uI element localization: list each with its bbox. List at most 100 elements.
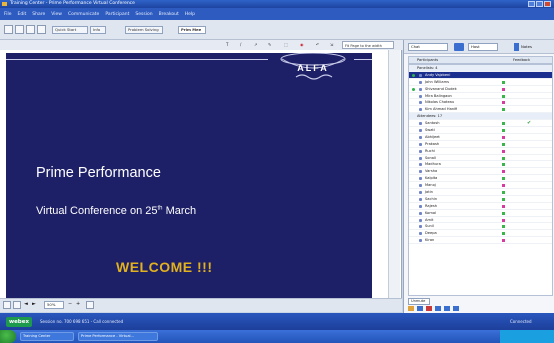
mute-icon[interactable] bbox=[426, 306, 432, 311]
start-button-icon[interactable] bbox=[0, 330, 16, 343]
open-doc-icon[interactable] bbox=[15, 25, 24, 34]
list-item[interactable]: Sonali bbox=[409, 155, 552, 162]
participant-name: Amit bbox=[425, 217, 434, 222]
menu-view[interactable]: View bbox=[51, 12, 62, 17]
list-item[interactable]: Jatin bbox=[409, 189, 552, 196]
window-controls bbox=[528, 1, 551, 7]
host-icon bbox=[412, 87, 415, 91]
list-item[interactable]: Sachin bbox=[409, 196, 552, 203]
resize-icon[interactable]: ⇲ bbox=[330, 41, 333, 49]
status-icon bbox=[502, 108, 505, 112]
os-taskbar: Training Center Prime Performance - Virt… bbox=[0, 330, 554, 343]
tab-prim-mee[interactable]: Prim Mee bbox=[178, 26, 206, 34]
alfa-logo-icon: ALFA bbox=[280, 53, 346, 80]
attendee-group[interactable]: Attendees: 17 bbox=[409, 113, 552, 121]
connection-status: Connected bbox=[510, 319, 532, 324]
new-doc-icon[interactable] bbox=[4, 25, 13, 34]
list-item[interactable]: Nikolas Chateau bbox=[409, 99, 552, 107]
participant-list: Panelists: 4 Andy Vajzbeni John Williams… bbox=[408, 64, 553, 296]
menu-session[interactable]: Session bbox=[135, 12, 152, 17]
menu-communicate[interactable]: Communicate bbox=[68, 12, 99, 17]
close-icon[interactable] bbox=[544, 1, 551, 7]
text-tool-icon[interactable]: T bbox=[226, 41, 228, 49]
taskbar-item-training[interactable]: Training Center bbox=[20, 332, 74, 341]
menu-file[interactable]: File bbox=[4, 12, 12, 17]
prev-page-icon[interactable]: ◄ bbox=[24, 301, 28, 307]
participants-column[interactable]: Participants bbox=[417, 57, 438, 63]
participant-name: Shivanand Dudek bbox=[425, 86, 457, 91]
arrow-tool-icon[interactable]: ↗ bbox=[254, 41, 257, 49]
list-item[interactable]: John Williams bbox=[409, 79, 552, 86]
list-item[interactable]: Komal bbox=[409, 210, 552, 217]
list-item[interactable]: Sunil bbox=[409, 223, 552, 231]
list-item[interactable]: Shivanand Dudek bbox=[409, 86, 552, 93]
zoom-out-icon[interactable]: − bbox=[68, 301, 72, 307]
subtitle-main: Virtual Conference on 25 bbox=[36, 205, 158, 217]
list-item[interactable]: Kiran bbox=[409, 237, 552, 245]
participant-icon bbox=[419, 239, 422, 243]
fullscreen-icon[interactable] bbox=[86, 301, 94, 309]
notes-icon[interactable] bbox=[514, 43, 519, 51]
notes-label[interactable]: Notes bbox=[521, 44, 532, 49]
participant-name: Manoj bbox=[425, 183, 436, 188]
participant-icon bbox=[419, 156, 422, 160]
feedback-column[interactable]: Feedback bbox=[513, 57, 530, 63]
audio-icon[interactable] bbox=[417, 306, 423, 311]
menu-share[interactable]: Share bbox=[32, 12, 45, 17]
list-item[interactable]: Ruchi bbox=[409, 148, 552, 155]
participant-name: Kiran bbox=[425, 238, 435, 243]
save-doc-icon[interactable] bbox=[26, 25, 35, 34]
taskbar-item-conference[interactable]: Prime Performance - Virtual... bbox=[78, 332, 158, 341]
tab-quick-start[interactable]: Quick Start bbox=[52, 26, 88, 34]
zoom-select[interactable]: 50% bbox=[44, 301, 64, 309]
list-item[interactable]: Santosh ✔ bbox=[409, 120, 552, 128]
list-item[interactable]: Manoj bbox=[409, 182, 552, 190]
participant-icon bbox=[419, 73, 422, 77]
viewer-scrollbar[interactable] bbox=[388, 50, 400, 298]
list-item[interactable]: Mira Balingaon bbox=[409, 93, 552, 100]
thumbnail-icon[interactable] bbox=[3, 301, 11, 309]
line-tool-icon[interactable]: / bbox=[240, 41, 241, 49]
menu-help[interactable]: Help bbox=[185, 12, 195, 17]
grid-view-icon[interactable] bbox=[13, 301, 21, 309]
pen-tool-icon[interactable]: ✎ bbox=[268, 41, 271, 49]
menu-edit[interactable]: Edit bbox=[18, 12, 27, 17]
chat-dropdown[interactable]: Chat bbox=[408, 43, 448, 51]
panel-toolbar: Chat Host Notes bbox=[404, 40, 554, 54]
list-item[interactable]: Swati bbox=[409, 127, 552, 134]
system-tray bbox=[500, 330, 554, 343]
next-page-icon[interactable]: ► bbox=[32, 301, 36, 307]
menu-breakout[interactable]: Breakout bbox=[159, 12, 179, 17]
list-item[interactable]: Prakash bbox=[409, 141, 552, 148]
maximize-icon[interactable] bbox=[536, 1, 543, 7]
list-item[interactable]: Andy Vajzbeni bbox=[409, 71, 552, 79]
list-item[interactable]: Madhura bbox=[409, 161, 552, 169]
list-item[interactable]: Deepa bbox=[409, 230, 552, 238]
list-item[interactable]: Abhijeet bbox=[409, 134, 552, 141]
poll-icon[interactable] bbox=[444, 306, 450, 311]
list-item[interactable]: Rajesh bbox=[409, 203, 552, 210]
minimize-icon[interactable] bbox=[528, 1, 535, 7]
status-icon bbox=[502, 211, 505, 215]
color-tool-icon[interactable]: ◉ bbox=[300, 41, 304, 49]
unmute-button[interactable]: Unmute bbox=[408, 298, 430, 305]
list-item[interactable]: Kim Ahmad Hanifi bbox=[409, 106, 552, 114]
chat-send-icon[interactable] bbox=[454, 43, 464, 51]
print-icon[interactable] bbox=[37, 25, 46, 34]
menu-participant[interactable]: Participant bbox=[105, 12, 129, 17]
tab-problem-solving[interactable]: Problem Solving bbox=[125, 26, 163, 34]
tab-info[interactable]: Info bbox=[90, 26, 106, 34]
zoom-fit-select[interactable]: Fit Page to the width bbox=[342, 41, 394, 49]
panelist-group[interactable]: Panelists: 4 bbox=[409, 65, 552, 72]
send-to-dropdown[interactable]: Host bbox=[468, 43, 498, 51]
list-item[interactable]: Kalpita bbox=[409, 175, 552, 183]
record-icon[interactable] bbox=[435, 306, 441, 311]
list-item[interactable]: Varsha bbox=[409, 168, 552, 176]
participant-icon bbox=[419, 129, 422, 133]
raise-hand-icon[interactable] bbox=[408, 306, 414, 311]
highlight-tool-icon[interactable]: ⬚ bbox=[284, 41, 288, 49]
zoom-in-icon[interactable]: + bbox=[76, 301, 80, 307]
undo-icon[interactable]: ↶ bbox=[316, 41, 319, 49]
list-item[interactable]: Amit bbox=[409, 217, 552, 224]
emoticon-icon[interactable] bbox=[453, 306, 459, 311]
